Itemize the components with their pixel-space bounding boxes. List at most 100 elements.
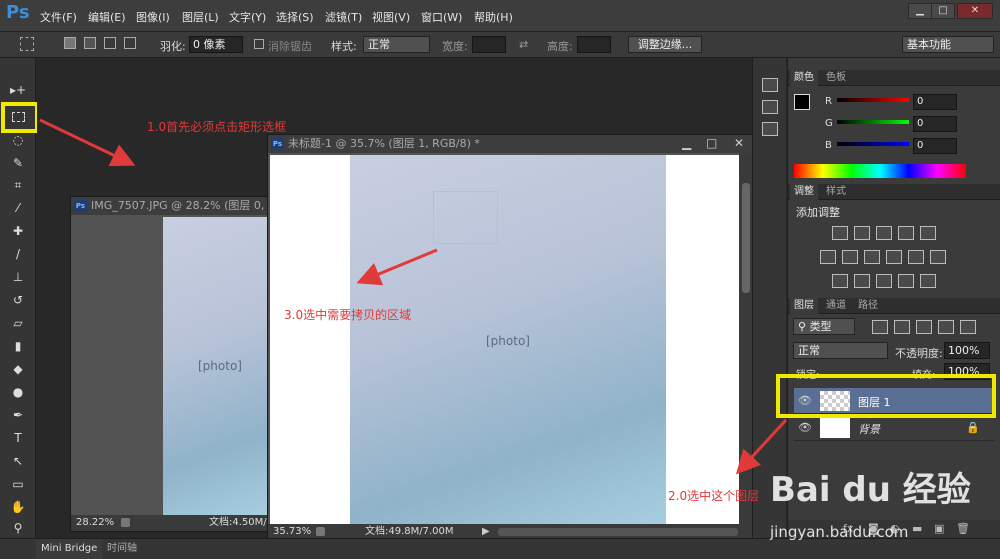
menu-view[interactable]: 视图(V) <box>372 9 410 25</box>
dodge-tool-icon[interactable]: ● <box>6 382 30 402</box>
red-value[interactable]: 0 <box>913 94 957 110</box>
quick-select-tool-icon[interactable]: ✎ <box>6 153 30 173</box>
photo-filter-icon[interactable] <box>886 250 902 264</box>
hand-tool-icon[interactable]: ✋ <box>6 497 30 517</box>
menu-image[interactable]: 图像(I) <box>136 9 170 25</box>
menu-edit[interactable]: 编辑(E) <box>88 9 126 25</box>
opacity-input[interactable]: 100% <box>944 342 990 359</box>
blue-value[interactable]: 0 <box>913 138 957 154</box>
red-slider[interactable] <box>837 98 909 102</box>
photo-layer[interactable]: [photo] <box>350 155 666 526</box>
add-selection-icon[interactable] <box>84 37 96 49</box>
refine-edge-button[interactable]: 调整边缘... <box>628 36 702 53</box>
vibrance-icon[interactable] <box>920 226 936 240</box>
history-panel-icon[interactable] <box>762 78 778 92</box>
filter-type-icon[interactable] <box>916 320 932 334</box>
eyedropper-tool-icon[interactable]: ⁄ <box>6 198 30 218</box>
levels-icon[interactable] <box>854 226 870 240</box>
selective-color-icon[interactable] <box>898 274 914 288</box>
height-input[interactable] <box>577 36 611 53</box>
doc-close-icon[interactable]: ✕ <box>734 136 744 150</box>
blend-mode-select[interactable]: 正常 <box>793 342 888 359</box>
status-menu-icon[interactable] <box>316 527 325 536</box>
layer-filter-select[interactable]: ⚲ 类型 <box>793 318 855 335</box>
subtract-selection-icon[interactable] <box>104 37 116 49</box>
foreground-color-swatch[interactable] <box>794 94 810 110</box>
eraser-tool-icon[interactable]: ▱ <box>6 313 30 333</box>
filter-smart-icon[interactable] <box>960 320 976 334</box>
curves-icon[interactable] <box>876 226 892 240</box>
tab-timeline[interactable]: 时间轴 <box>102 539 142 559</box>
doc-maximize-icon[interactable]: □ <box>706 136 717 150</box>
gradient-map-icon[interactable] <box>920 274 936 288</box>
menu-help[interactable]: 帮助(H) <box>474 9 513 25</box>
swap-icon[interactable]: ⇄ <box>519 38 528 51</box>
menu-file[interactable]: 文件(F) <box>40 9 77 25</box>
lasso-tool-icon[interactable]: ◌ <box>6 130 30 150</box>
feather-input[interactable]: 0 像素 <box>189 36 243 53</box>
color-lookup-icon[interactable] <box>930 250 946 264</box>
tab-adjustments[interactable]: 调整 <box>790 184 818 200</box>
threshold-icon[interactable] <box>876 274 892 288</box>
filter-pixel-icon[interactable] <box>872 320 888 334</box>
marquee-preset-icon[interactable] <box>20 37 34 51</box>
layer-row-background[interactable]: 👁 背景 🔒 <box>794 415 994 441</box>
actions-panel-icon[interactable] <box>762 100 778 114</box>
crop-tool-icon[interactable]: ⌗ <box>6 175 30 195</box>
menu-type[interactable]: 文字(Y) <box>229 9 266 25</box>
menu-window[interactable]: 窗口(W) <box>421 9 462 25</box>
filter-shape-icon[interactable] <box>938 320 954 334</box>
color-spectrum[interactable] <box>794 164 966 178</box>
channel-mixer-icon[interactable] <box>908 250 924 264</box>
workspace-select[interactable]: 基本功能 <box>902 36 994 53</box>
menu-filter[interactable]: 滤镜(T) <box>325 9 362 25</box>
intersect-selection-icon[interactable] <box>124 37 136 49</box>
hue-saturation-icon[interactable] <box>820 250 836 264</box>
zoom-tool-icon[interactable]: ⚲ <box>6 518 30 538</box>
blur-tool-icon[interactable]: ◆ <box>6 359 30 379</box>
tab-layers[interactable]: 图层 <box>790 298 818 314</box>
invert-icon[interactable] <box>832 274 848 288</box>
tab-channels[interactable]: 通道 <box>822 298 850 314</box>
shape-tool-icon[interactable]: ▭ <box>6 474 30 494</box>
zoom-level[interactable]: 28.22% <box>76 515 114 531</box>
posterize-icon[interactable] <box>854 274 870 288</box>
document-title[interactable]: 未标题-1 @ 35.7% (图层 1, RGB/8) * <box>268 135 753 153</box>
tab-styles[interactable]: 样式 <box>822 184 850 200</box>
healing-brush-tool-icon[interactable]: ✚ <box>6 221 30 241</box>
horizontal-scrollbar[interactable] <box>498 528 738 536</box>
blue-slider[interactable] <box>837 142 909 146</box>
properties-panel-icon[interactable] <box>762 122 778 136</box>
tab-color[interactable]: 颜色 <box>790 70 818 86</box>
type-tool-icon[interactable]: T <box>6 428 30 448</box>
document-window-img7507[interactable]: IMG_7507.JPG @ 28.2% (图层 0, RGB/ Ps [pho… <box>70 196 298 532</box>
antialias-checkbox[interactable] <box>254 39 264 49</box>
gradient-tool-icon[interactable]: ▮ <box>6 336 30 356</box>
maximize-icon[interactable]: □ <box>931 3 955 19</box>
vertical-scrollbar[interactable] <box>739 153 753 526</box>
photo-canvas[interactable]: [photo] <box>163 217 277 515</box>
minimize-icon[interactable]: ▁ <box>908 3 932 19</box>
brightness-icon[interactable] <box>832 226 848 240</box>
document-title[interactable]: IMG_7507.JPG @ 28.2% (图层 0, RGB/ <box>71 197 277 215</box>
history-brush-tool-icon[interactable]: ↺ <box>6 290 30 310</box>
tab-paths[interactable]: 路径 <box>854 298 882 314</box>
pen-tool-icon[interactable]: ✒ <box>6 405 30 425</box>
new-selection-icon[interactable] <box>64 37 76 49</box>
scrollbar-thumb[interactable] <box>742 183 750 293</box>
visibility-eye-icon[interactable]: 👁 <box>798 421 812 434</box>
tab-mini-bridge[interactable]: Mini Bridge <box>36 539 103 559</box>
width-input[interactable] <box>472 36 506 53</box>
menu-layer[interactable]: 图层(L) <box>182 9 219 25</box>
path-select-tool-icon[interactable]: ↖ <box>6 451 30 471</box>
green-slider[interactable] <box>837 120 909 124</box>
clone-stamp-tool-icon[interactable]: ⊥ <box>6 267 30 287</box>
status-menu-icon[interactable] <box>121 518 130 527</box>
doc-minimize-icon[interactable]: ▁ <box>682 136 691 150</box>
menu-select[interactable]: 选择(S) <box>276 9 314 25</box>
layer-name[interactable]: 背景 <box>858 421 880 437</box>
close-icon[interactable]: ✕ <box>957 3 993 19</box>
document-window-untitled[interactable]: 未标题-1 @ 35.7% (图层 1, RGB/8) * Ps ▁ □ ✕ [… <box>267 134 754 541</box>
tab-swatches[interactable]: 色板 <box>822 70 850 86</box>
black-white-icon[interactable] <box>864 250 880 264</box>
